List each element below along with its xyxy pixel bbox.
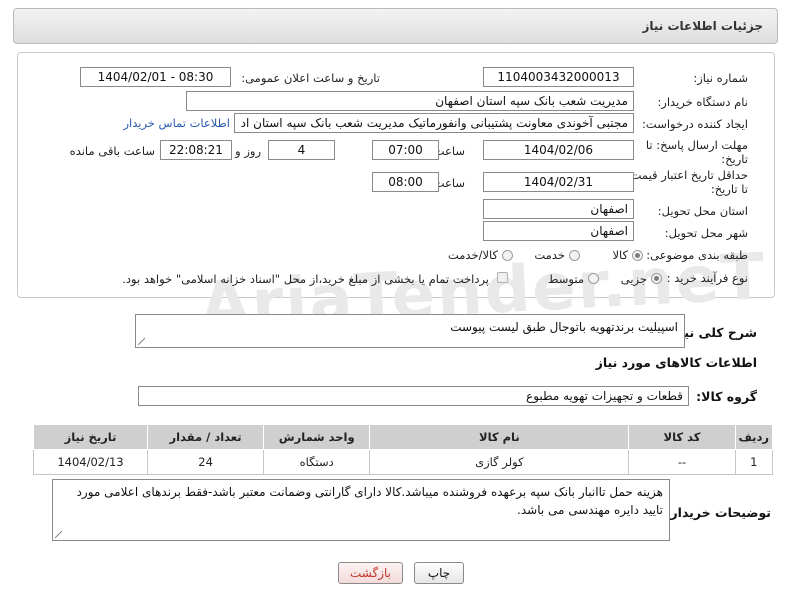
cell-item-code: -- — [628, 449, 736, 475]
category-radio-service[interactable] — [569, 250, 580, 261]
cell-unit: دستگاه — [263, 449, 371, 475]
category-label: طبقه بندی موضوعی: — [646, 248, 748, 262]
reply-days-field: 4 — [268, 140, 335, 160]
category-option-service: خدمت — [534, 248, 565, 262]
col-row-number: ردیف — [734, 424, 774, 450]
process-radio-medium[interactable] — [588, 273, 599, 284]
col-item-name: نام کالا — [369, 424, 630, 450]
delivery-province-field: اصفهان — [483, 199, 634, 219]
col-item-code: کد کالا — [628, 424, 736, 450]
treasury-checkbox[interactable] — [497, 272, 508, 283]
cell-item-name: کولر گازی — [369, 449, 630, 475]
table-header-row: ردیف کد کالا نام کالا واحد شمارش تعداد /… — [33, 424, 774, 450]
resize-grip-icon[interactable] — [55, 531, 62, 538]
price-validity-date: 1404/02/31 — [483, 172, 634, 192]
reply-deadline-label: مهلت ارسال پاسخ: تا تاریخ: — [645, 138, 748, 166]
reply-deadline-time: 07:00 — [372, 140, 439, 160]
delivery-city-field: اصفهان — [483, 221, 634, 241]
announce-datetime-label: تاریخ و ساعت اعلان عمومی: — [241, 71, 380, 85]
announce-datetime-field: 1404/02/01 - 08:30 — [80, 67, 231, 87]
col-need-date: تاریخ نیاز — [33, 424, 148, 450]
requester-field: مجتبی آخوندی معاونت پشتیبانی وانفورماتیک… — [234, 113, 634, 133]
buyer-org-field: مدیریت شعب بانک سپه استان اصفهان — [186, 91, 634, 111]
col-unit: واحد شمارش — [263, 424, 371, 450]
cell-quantity: 24 — [146, 449, 265, 475]
print-button[interactable]: چاپ — [414, 562, 464, 584]
table-row: 1 -- کولر گازی دستگاه 24 1404/02/13 — [33, 449, 774, 475]
requester-label: ایجاد کننده درخواست: — [642, 117, 748, 131]
buyer-notes-text: هزینه حمل تاانبار بانک سپه برعهده فروشند… — [76, 485, 663, 517]
category-radio-goods[interactable] — [632, 250, 643, 261]
price-validity-time: 08:00 — [372, 172, 439, 192]
need-number-field: 1104003432000013 — [483, 67, 634, 87]
delivery-city-label: شهر محل تحویل: — [664, 226, 748, 240]
process-option-medium: متوسط — [547, 272, 584, 286]
goods-table: ردیف کد کالا نام کالا واحد شمارش تعداد /… — [33, 424, 774, 475]
page-title: جزئیات اطلاعات نیاز — [642, 19, 763, 33]
remaining-time-label: ساعت باقی مانده — [69, 144, 155, 158]
buyer-notes-label: توضیحات خریدار: — [665, 505, 771, 520]
price-validity-label: حداقل تاریخ اعتبار قیمت: تا تاریخ: — [626, 168, 748, 196]
cell-row-number: 1 — [734, 449, 774, 475]
category-option-goods: کالا — [612, 248, 628, 262]
col-quantity: تعداد / مقدار — [146, 424, 265, 450]
resize-grip-icon[interactable] — [138, 338, 145, 345]
reply-days-label: روز و — [235, 144, 261, 158]
remaining-time-field: 22:08:21 — [160, 140, 232, 160]
buyer-contact-link[interactable]: اطلاعات تماس خریدار — [123, 116, 230, 130]
category-radio-goods-service[interactable] — [502, 250, 513, 261]
cell-need-date: 1404/02/13 — [33, 449, 148, 475]
page-header: جزئیات اطلاعات نیاز — [13, 8, 778, 44]
summary-field[interactable]: اسپیلیت برندتهویه باتوجال طبق لیست پیوست — [135, 314, 685, 348]
summary-text: اسپیلیت برندتهویه باتوجال طبق لیست پیوست — [450, 320, 678, 334]
buyer-notes-field[interactable]: هزینه حمل تاانبار بانک سپه برعهده فروشند… — [52, 479, 670, 541]
delivery-province-label: استان محل تحویل: — [657, 204, 748, 218]
process-radio-minor[interactable] — [651, 273, 662, 284]
goods-group-field: قطعات و تجهیزات تهویه مطبوع — [138, 386, 689, 406]
process-option-minor: جزیی — [620, 272, 647, 286]
need-number-label: شماره نیاز: — [693, 71, 748, 85]
back-button[interactable]: بازگشت — [338, 562, 403, 584]
process-label: نوع فرآیند خرید : — [666, 271, 748, 285]
treasury-note: پرداخت تمام یا بخشی از مبلغ خرید،از محل … — [122, 272, 489, 286]
goods-group-label: گروه کالا: — [696, 389, 757, 404]
reply-deadline-date: 1404/02/06 — [483, 140, 634, 160]
goods-section-title: اطلاعات کالاهای مورد نیاز — [595, 355, 757, 370]
category-option-goods-service: کالا/خدمت — [447, 248, 498, 262]
buyer-org-label: نام دستگاه خریدار: — [657, 95, 748, 109]
